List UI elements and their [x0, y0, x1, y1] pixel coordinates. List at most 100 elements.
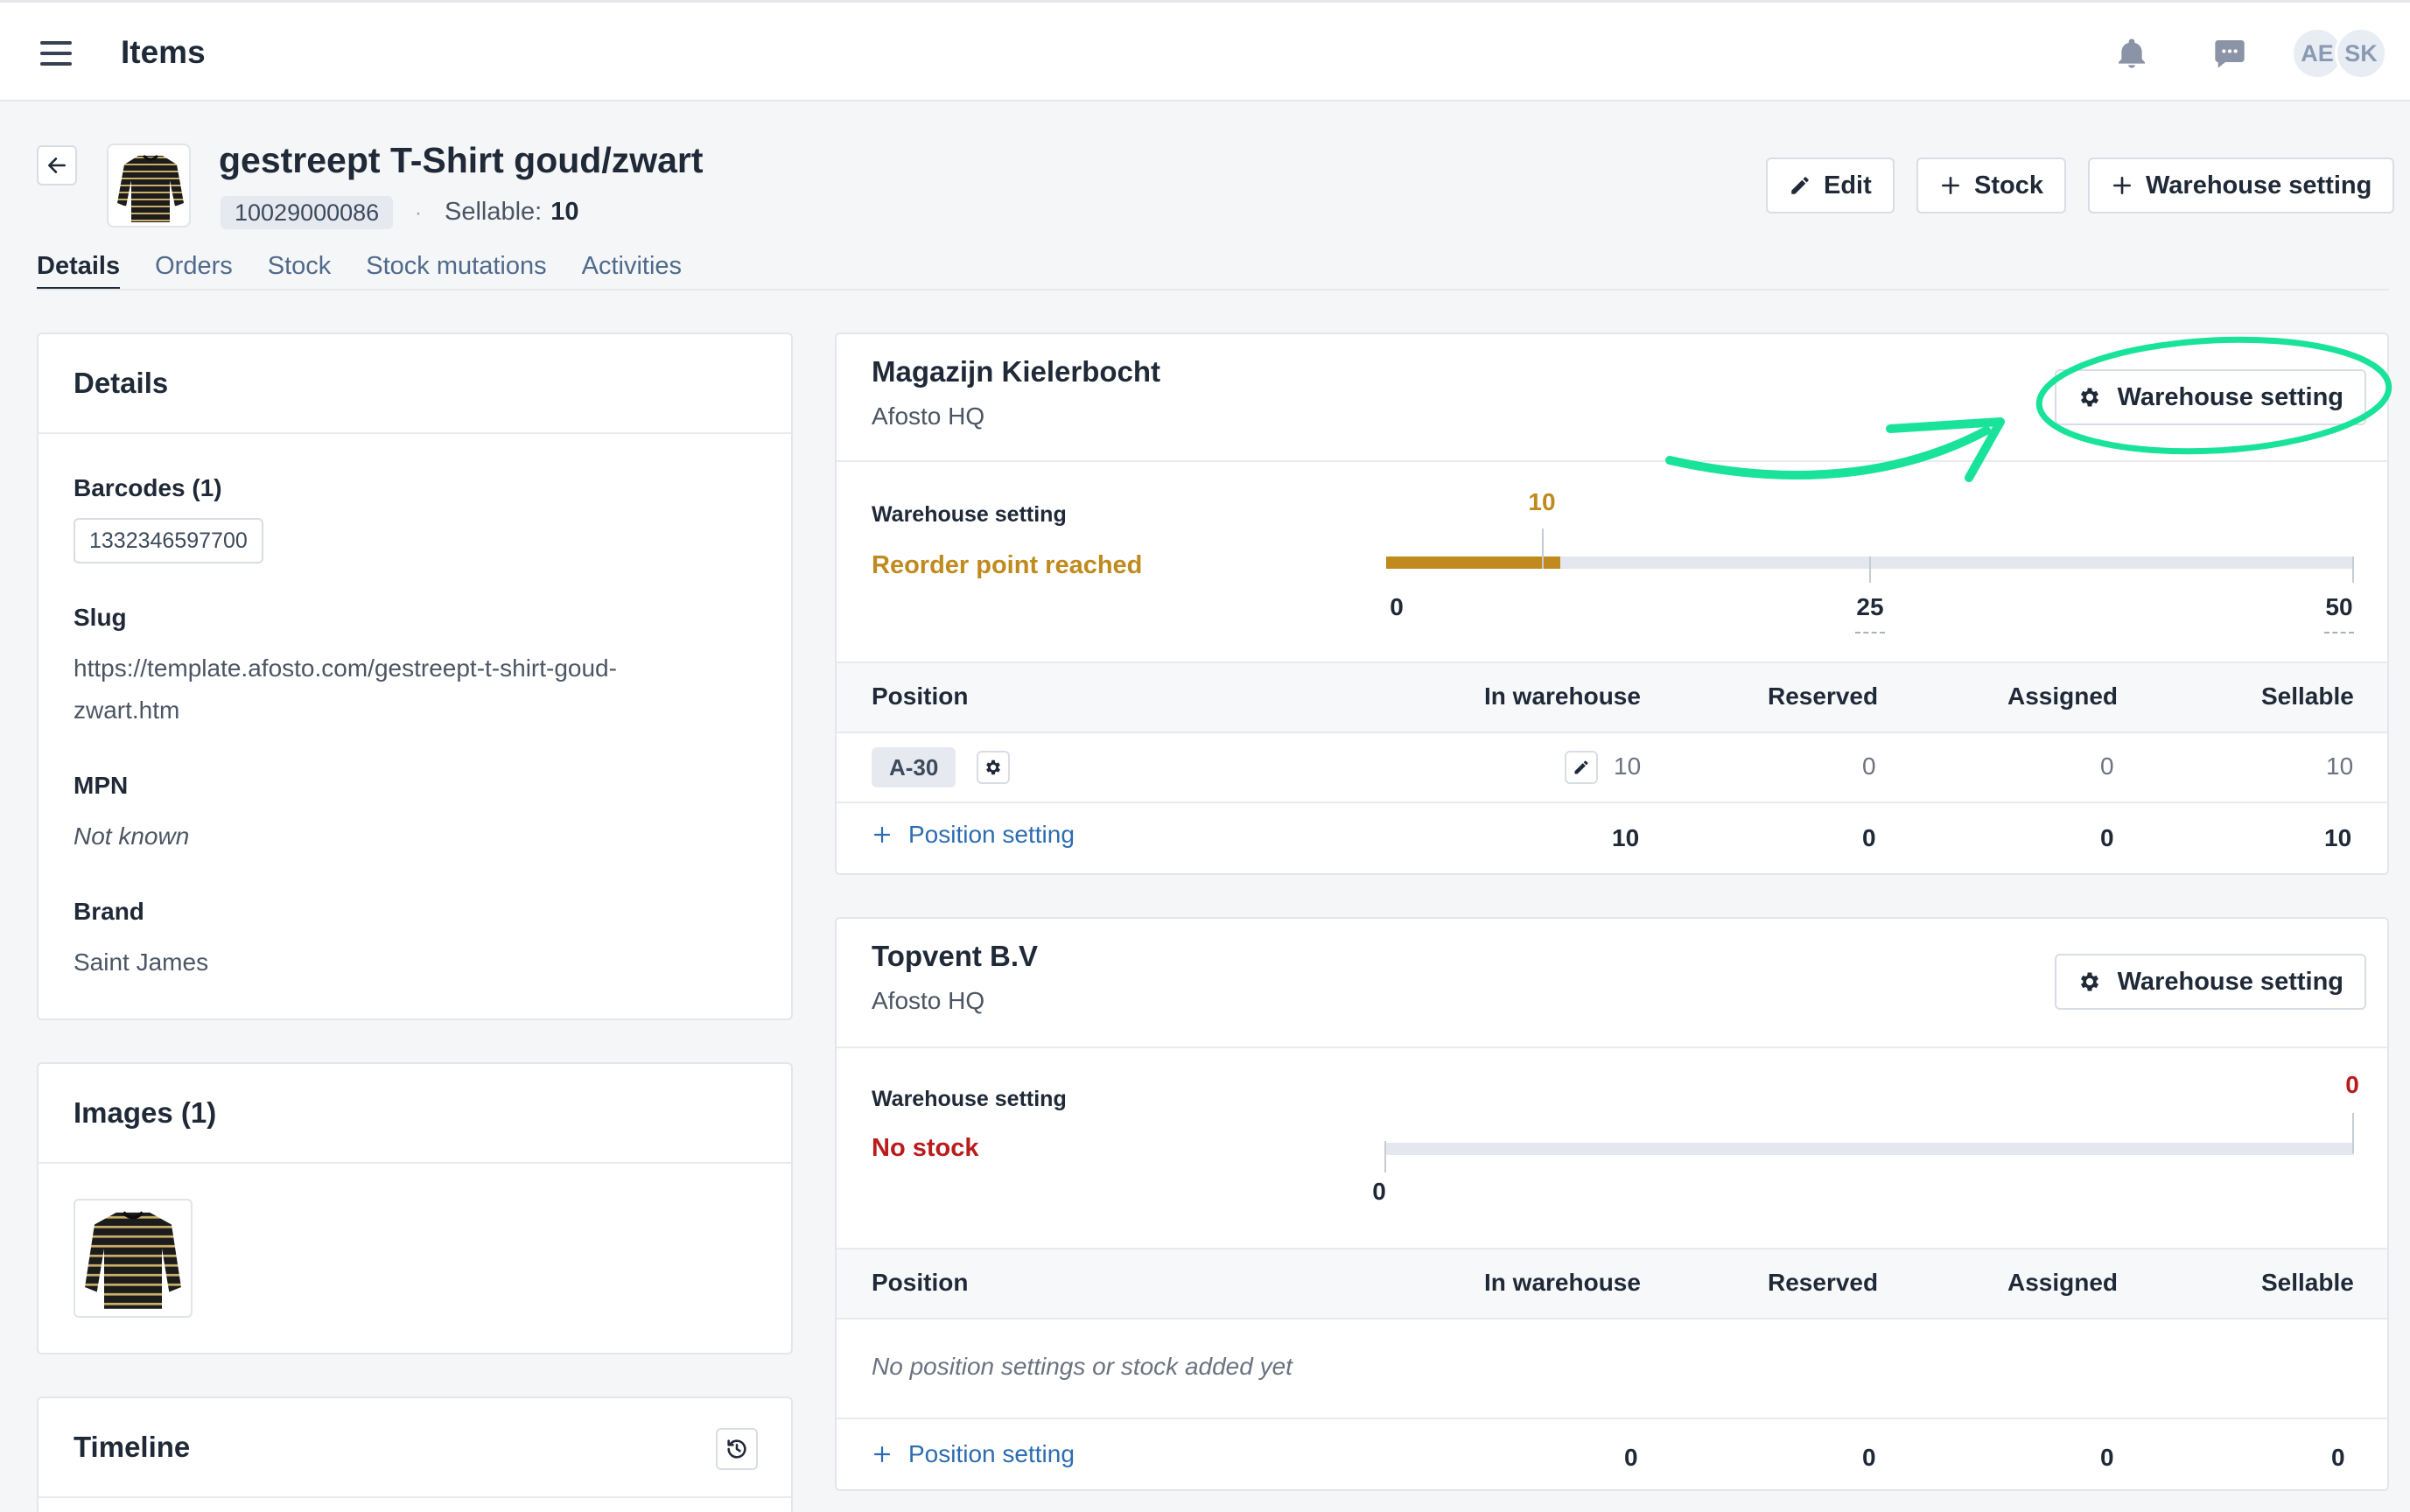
scale-label-max: 50	[2325, 593, 2353, 620]
history-icon	[727, 1439, 746, 1459]
warehouse-name: Topvent B.V	[872, 940, 1039, 972]
tab-stock[interactable]: Stock	[268, 248, 332, 290]
col-in-warehouse: In warehouse	[1484, 1269, 1641, 1296]
position-setting-label: Position setting	[908, 821, 1075, 848]
col-assigned: Assigned	[2007, 682, 2119, 710]
tab-bar: Details Orders Stock Stock mutations Act…	[37, 248, 682, 290]
barcodes-label: Barcodes (1)	[74, 474, 222, 501]
meta-separator: ·	[415, 201, 422, 225]
table-footer-row: Position setting 0 0 0 0	[837, 1419, 2387, 1491]
col-reserved: Reserved	[1768, 682, 1879, 710]
sellable-label: Sellable:	[445, 198, 543, 226]
slug-line: zwart.htm	[74, 696, 180, 724]
dash-underline	[2324, 632, 2354, 634]
avatar[interactable]: SK	[2335, 27, 2387, 80]
slug-value: https://template.afosto.com/gestreept-t-…	[74, 648, 617, 732]
add-stock-button[interactable]: Stock	[1916, 158, 2066, 214]
tab-orders[interactable]: Orders	[155, 248, 233, 290]
warehouse-setting-title: Warehouse setting	[872, 502, 1067, 527]
total-sellable: 0	[2331, 1444, 2345, 1471]
plus-icon	[873, 1446, 891, 1463]
warehouse-setting-label: Warehouse setting	[2117, 382, 2343, 411]
arrow-left-icon	[48, 158, 66, 173]
gear-icon	[2080, 388, 2098, 407]
table-row: A-30 10 0 0 10	[837, 733, 2387, 803]
slug-label: Slug	[74, 604, 127, 631]
scale-tick	[1869, 556, 1871, 583]
col-sellable: Sellable	[2261, 682, 2354, 710]
stock-marker	[2352, 1113, 2354, 1153]
brand-label: Brand	[74, 898, 144, 925]
images-card: Images (1)	[37, 1062, 793, 1354]
back-button[interactable]	[37, 145, 77, 186]
stock-level-value: 10	[1528, 488, 1556, 515]
details-card: Details Barcodes (1) 1332346597700 Slug …	[37, 332, 793, 1020]
total-assigned: 0	[2100, 1444, 2114, 1471]
top-bar: Items AE SK	[0, 0, 2410, 102]
position-settings-button[interactable]	[977, 751, 1010, 784]
add-warehouse-setting-button[interactable]: Warehouse setting	[2088, 158, 2395, 214]
slug-line: https://template.afosto.com/gestreept-t-…	[74, 654, 617, 682]
warehouse-location: Afosto HQ	[872, 402, 985, 430]
images-card-title: Images (1)	[39, 1064, 791, 1164]
warehouse-setting-label: Warehouse setting	[2117, 967, 2343, 996]
plus-icon	[1942, 177, 1959, 194]
tshirt-image	[85, 1211, 181, 1309]
positions-table-header: Position In warehouse Reserved Assigned …	[837, 1248, 2387, 1320]
add-position-setting-link[interactable]: Position setting	[872, 821, 1075, 849]
position-setting-label: Position setting	[908, 1440, 1075, 1467]
bell-icon[interactable]	[2114, 36, 2149, 71]
dash-underline	[1855, 632, 1885, 634]
warehouse-card: Magazijn Kielerbocht Afosto HQ Warehouse…	[835, 332, 2389, 875]
edit-label: Edit	[1824, 171, 1872, 200]
history-button[interactable]	[716, 1428, 758, 1470]
cell-sellable: 10	[2326, 752, 2354, 780]
position-badge: A-30	[872, 747, 956, 788]
timeline-card-title: Timeline	[39, 1398, 791, 1498]
total-assigned: 0	[2100, 824, 2114, 851]
chat-icon[interactable]	[2212, 36, 2247, 71]
col-sellable: Sellable	[2261, 1269, 2354, 1296]
cell-reserved: 0	[1862, 752, 1876, 780]
menu-icon[interactable]	[40, 41, 72, 66]
barcode-chip: 1332346597700	[74, 518, 263, 564]
scale-label-min: 0	[1372, 1178, 1386, 1205]
sellable-value: 10	[550, 198, 579, 226]
positions-table-header: Position In warehouse Reserved Assigned …	[837, 662, 2387, 733]
edit-button[interactable]: Edit	[1766, 158, 1895, 214]
warehouse-name: Magazijn Kielerbocht	[872, 355, 1161, 388]
scale-label-mid: 25	[1856, 593, 1884, 620]
warehouse-setting-button[interactable]: Warehouse setting	[2054, 369, 2366, 425]
tab-details[interactable]: Details	[37, 248, 121, 290]
tab-stock-mutations[interactable]: Stock mutations	[366, 248, 546, 290]
sellable-count: Sellable: 10	[445, 198, 579, 227]
col-assigned: Assigned	[2007, 1269, 2119, 1296]
stock-status: No stock	[872, 1134, 979, 1162]
edit-quantity-button[interactable]	[1565, 751, 1598, 784]
stock-level-value: 0	[2345, 1071, 2359, 1098]
mpn-label: MPN	[74, 772, 129, 799]
mpn-value: Not known	[74, 822, 190, 850]
stock-status: Reorder point reached	[872, 551, 1143, 579]
total-in-warehouse: 10	[1612, 824, 1640, 851]
total-sellable: 10	[2324, 824, 2352, 851]
stock-label: Stock	[1974, 171, 2043, 200]
gear-icon	[2080, 972, 2098, 991]
plus-icon	[873, 826, 891, 844]
product-title: gestreept T-Shirt goud/zwart	[219, 140, 704, 180]
warehouse-location: Afosto HQ	[872, 987, 985, 1014]
total-reserved: 0	[1862, 1444, 1876, 1471]
warehouse-setting-button[interactable]: Warehouse setting	[2054, 954, 2366, 1010]
brand-value: Saint James	[74, 948, 209, 976]
warehouse-setting-label: Warehouse setting	[2146, 171, 2372, 200]
tab-activities[interactable]: Activities	[582, 248, 682, 290]
total-in-warehouse: 0	[1624, 1444, 1638, 1471]
divider	[837, 460, 2387, 462]
add-position-setting-link[interactable]: Position setting	[872, 1440, 1075, 1468]
product-image[interactable]	[74, 1199, 193, 1318]
total-reserved: 0	[1862, 824, 1876, 851]
pencil-icon	[1574, 760, 1588, 774]
product-thumbnail	[107, 144, 191, 228]
stock-marker	[1542, 528, 1544, 569]
stock-level-fill	[1386, 556, 1560, 569]
